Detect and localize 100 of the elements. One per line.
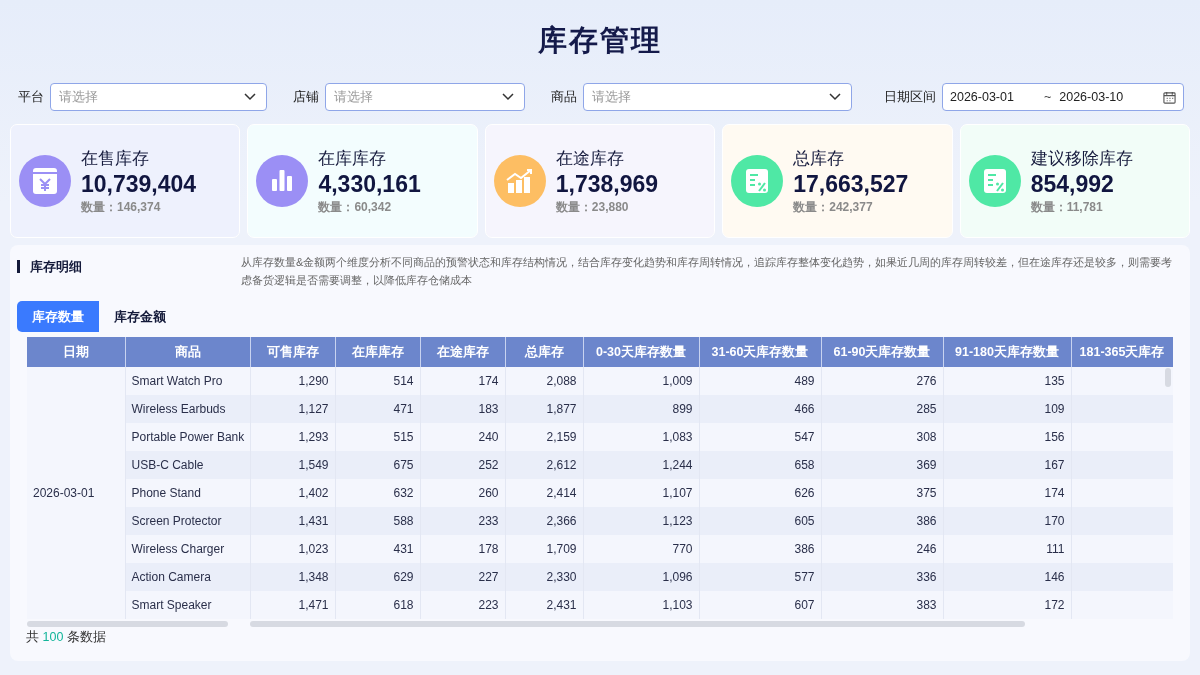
table-cell: 431 (335, 535, 420, 563)
table-cell: 246 (821, 535, 943, 563)
table-cell: 308 (821, 423, 943, 451)
tab[interactable]: 库存金额 (99, 301, 181, 332)
table-cell: Wireless Charger (125, 535, 250, 563)
table-cell: 156 (943, 423, 1071, 451)
table-cell: 1,549 (250, 451, 335, 479)
table-cell: 383 (821, 591, 943, 619)
column-header: 日期 (27, 337, 125, 367)
table-cell: 770 (583, 535, 699, 563)
column-header: 商品 (125, 337, 250, 367)
tab[interactable]: 库存数量 (17, 301, 99, 332)
table-cell: 1,103 (583, 591, 699, 619)
table-cell: 1,431 (250, 507, 335, 535)
table-cell: 2,088 (505, 367, 583, 395)
table-cell: 658 (699, 451, 821, 479)
table-cell: 2,159 (505, 423, 583, 451)
table-cell: 1,083 (583, 423, 699, 451)
table-cell: 675 (335, 451, 420, 479)
card-count: 数量：60,342 (318, 199, 393, 215)
card-value: 1,738,969 (555, 170, 659, 199)
card-value: 4,330,161 (318, 170, 421, 199)
table-cell: 514 (335, 367, 420, 395)
table-cell: Wireless Earbuds (125, 395, 250, 423)
table-cell: 1,244 (583, 451, 699, 479)
table-cell: 1,471 (250, 591, 335, 619)
table-cell: 336 (821, 563, 943, 591)
table-cell: 109 (943, 395, 1071, 423)
table-cell: 111 (943, 535, 1071, 563)
card-count: 数量：11,781 (1030, 199, 1104, 215)
card-value: 854,992 (1030, 170, 1115, 199)
section-title: 库存明细 (17, 260, 241, 273)
table-cell: USB-C Cable (125, 451, 250, 479)
card-count: 数量：23,880 (555, 199, 630, 215)
card-title: 建议移除库存 (1030, 148, 1133, 169)
table-cell: 174 (420, 367, 505, 395)
table-cell: Phone Stand (125, 479, 250, 507)
table-cell: 1,877 (505, 395, 583, 423)
table-cell: 899 (583, 395, 699, 423)
scrollbar-thumb[interactable] (1165, 368, 1171, 387)
table-cell: Smart Speaker (125, 591, 250, 619)
table-cell: 1,402 (250, 479, 335, 507)
column-header: 总库存 (505, 337, 583, 367)
column-header: 可售库存 (250, 337, 335, 367)
filter-label: 店铺 (293, 88, 319, 106)
card-count: 数量：146,374 (81, 199, 162, 215)
table-cell: 233 (420, 507, 505, 535)
table-cell: 1,127 (250, 395, 335, 423)
table-cell: Portable Power Bank (125, 423, 250, 451)
card-title: 总库存 (793, 148, 846, 169)
select-field[interactable]: 请选择 (50, 83, 267, 111)
table-cell: 2026-03-01 (27, 479, 125, 507)
table-cell: 632 (335, 479, 420, 507)
calendar-icon (1163, 90, 1176, 104)
table-cell: 2,414 (505, 479, 583, 507)
table-cell: 1,290 (250, 367, 335, 395)
column-header: 181-365天库存 (1071, 337, 1173, 367)
table-cell: 1,709 (505, 535, 583, 563)
table-cell: 588 (335, 507, 420, 535)
card-title: 在库库存 (318, 148, 388, 169)
column-header: 61-90天库存数量 (821, 337, 943, 367)
table-cell: 146 (943, 563, 1071, 591)
chevron-down-icon (502, 93, 514, 101)
column-header: 在途库存 (420, 337, 505, 367)
table-cell: 170 (943, 507, 1071, 535)
table-cell: 172 (943, 591, 1071, 619)
table-cell: 375 (821, 479, 943, 507)
table-cell: 2,431 (505, 591, 583, 619)
table-cell: 178 (420, 535, 505, 563)
table-cell: 174 (943, 479, 1071, 507)
table-cell: 285 (821, 395, 943, 423)
table-cell: 386 (699, 535, 821, 563)
table-cell: 605 (699, 507, 821, 535)
date-range-field[interactable]: 2026-03-01 ~ 2026-03-10 (942, 83, 1184, 111)
scrollbar-thumb[interactable] (27, 621, 228, 627)
card-value: 17,663,527 (793, 170, 909, 199)
filter-label: 商品 (551, 88, 577, 106)
card-count: 数量：242,377 (793, 199, 874, 215)
table-cell: 183 (420, 395, 505, 423)
table-cell: 386 (821, 507, 943, 535)
select-field[interactable]: 请选择 (325, 83, 525, 111)
card-title: 在途库存 (555, 148, 625, 169)
table-cell: 618 (335, 591, 420, 619)
card-value: 10,739,404 (81, 170, 197, 199)
column-header: 91-180天库存数量 (943, 337, 1071, 367)
table-cell: 577 (699, 563, 821, 591)
table-cell: 227 (420, 563, 505, 591)
scrollbar-thumb[interactable] (250, 621, 1025, 627)
table-cell: 167 (943, 451, 1071, 479)
select-field[interactable]: 请选择 (583, 83, 852, 111)
column-header: 在库库存 (335, 337, 420, 367)
table-cell: 1,293 (250, 423, 335, 451)
table-cell: 1,023 (250, 535, 335, 563)
table-cell: 223 (420, 591, 505, 619)
card-title: 在售库存 (81, 148, 150, 169)
table-cell: 1,096 (583, 563, 699, 591)
column-header: 0-30天库存数量 (583, 337, 699, 367)
table-cell: Smart Watch Pro (125, 367, 250, 395)
page-title: 库存管理 (537, 23, 663, 58)
table-cell: 2,612 (505, 451, 583, 479)
